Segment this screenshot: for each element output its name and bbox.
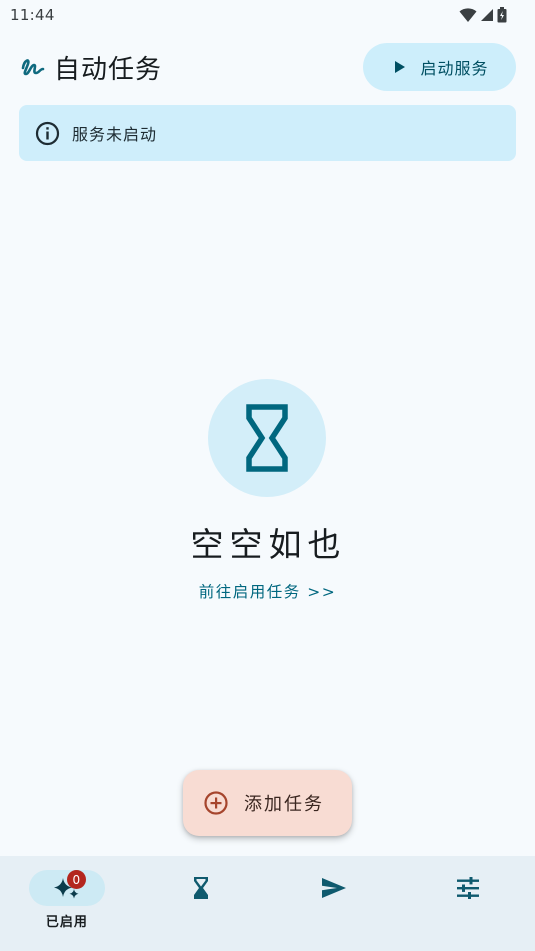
battery-icon <box>497 7 507 23</box>
app-logo-icon <box>21 59 45 76</box>
play-icon <box>395 61 406 73</box>
nav-icon-wrap <box>296 870 372 906</box>
nav-item-enabled[interactable]: 0 已启用 <box>0 856 134 951</box>
signal-icon <box>481 9 493 21</box>
banner-text: 服务未启动 <box>72 125 158 144</box>
bottom-navigation: 0 已启用 <box>0 856 535 951</box>
nav-icon-wrap <box>430 870 506 906</box>
add-circle-icon <box>204 791 228 815</box>
hourglass-icon <box>246 404 288 472</box>
empty-state-illustration <box>208 379 326 497</box>
tune-icon <box>457 877 480 899</box>
title-wrap: 自动任务 <box>20 49 162 86</box>
page-title: 自动任务 <box>54 54 163 85</box>
empty-state-title: 空空如也 <box>190 525 347 564</box>
status-icons <box>459 7 507 23</box>
hourglass-icon <box>193 877 208 899</box>
service-status-banner: 服务未启动 <box>19 105 516 161</box>
add-task-label: 添加任务 <box>244 794 324 815</box>
nav-indicator: 0 <box>28 870 105 906</box>
wifi-icon <box>459 8 477 22</box>
enabled-count-badge: 0 <box>66 870 86 889</box>
nav-label-enabled: 已启用 <box>45 915 88 930</box>
start-service-label: 启动服务 <box>420 61 489 78</box>
info-icon <box>35 121 60 145</box>
nav-icon-wrap <box>163 870 239 906</box>
top-app-bar: 自动任务 启动服务 <box>0 43 535 91</box>
status-time: 11:44 <box>10 6 55 24</box>
nav-item-settings[interactable] <box>401 856 535 951</box>
add-task-button[interactable]: 添加任务 <box>183 770 352 836</box>
go-enable-tasks-link[interactable]: 前往启用任务 >> <box>0 580 535 602</box>
nav-item-send[interactable] <box>268 856 402 951</box>
status-bar: 11:44 <box>0 0 535 30</box>
nav-item-history[interactable] <box>134 856 268 951</box>
send-icon <box>322 878 347 898</box>
start-service-button[interactable]: 启动服务 <box>363 43 516 91</box>
